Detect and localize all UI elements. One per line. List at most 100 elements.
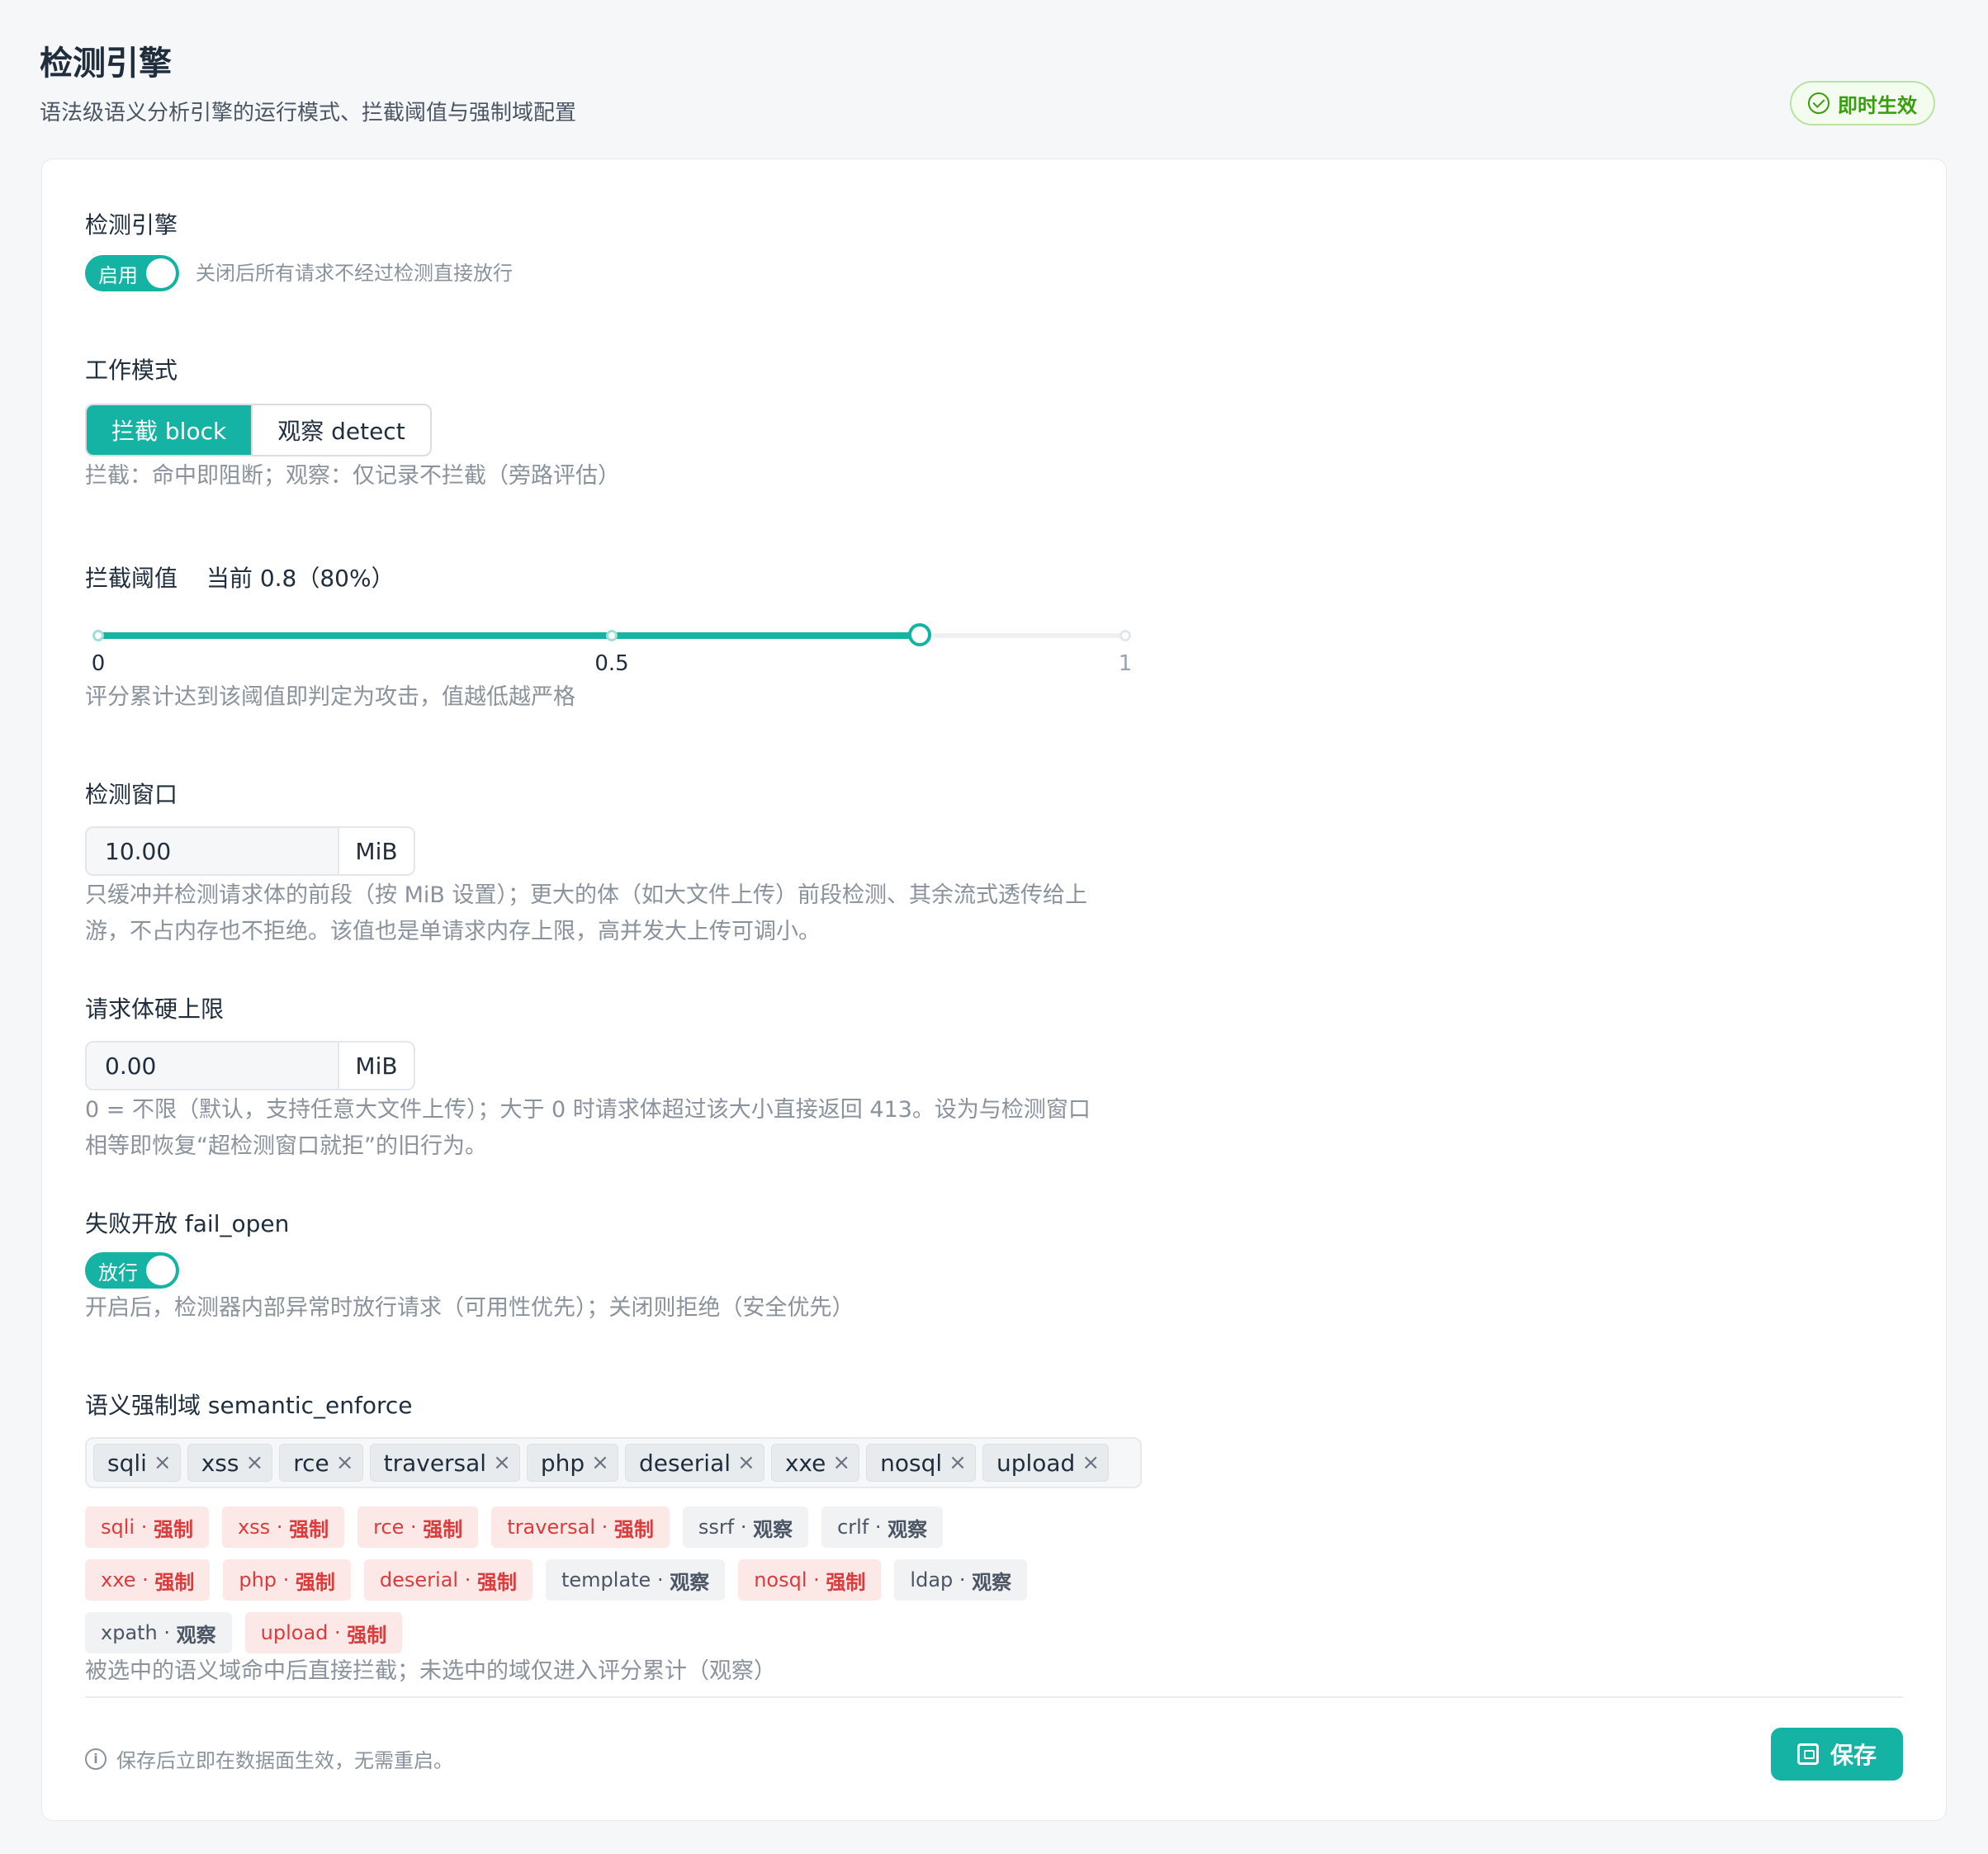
slider-track bbox=[98, 632, 921, 639]
domain-badge-state: 强制 bbox=[289, 1517, 329, 1541]
separator: · bbox=[157, 1621, 177, 1644]
domain-badge-state: 强制 bbox=[153, 1517, 193, 1541]
body-limit-input[interactable]: 0.00 bbox=[87, 1043, 339, 1089]
domain-badge-name: xpath bbox=[101, 1621, 158, 1644]
mode-label: 工作模式 bbox=[85, 357, 178, 384]
footer-divider bbox=[85, 1696, 1903, 1698]
tag-chip-xss: xss × bbox=[187, 1444, 273, 1482]
window-input-group: 10.00 MiB bbox=[85, 826, 415, 876]
domain-badge-sqli: sqli · 强制 bbox=[85, 1506, 209, 1548]
domain-badge-state: 观察 bbox=[972, 1570, 1012, 1594]
close-icon[interactable]: × bbox=[832, 1452, 850, 1473]
separator: · bbox=[270, 1516, 290, 1539]
domain-badge-name: template bbox=[561, 1568, 651, 1592]
save-button[interactable]: 保存 bbox=[1771, 1728, 1903, 1781]
window-help-line1: 只缓冲并检测请求体的前段（按 MiB 设置）；更大的体（如大文件上传）前段检测、… bbox=[85, 882, 1087, 908]
toggle-knob bbox=[146, 258, 176, 288]
tag-chip-label: rce bbox=[293, 1449, 329, 1477]
semantic-enforce-label: 语义强制域 semantic_enforce bbox=[85, 1392, 413, 1419]
fail-open-toggle-text: 放行 bbox=[98, 1260, 138, 1284]
fail-open-label: 失败开放 fail_open bbox=[85, 1210, 290, 1237]
engine-toggle[interactable]: 启用 bbox=[85, 255, 179, 291]
domain-badge-name: ssrf bbox=[698, 1516, 735, 1539]
live-badge-label: 即时生效 bbox=[1838, 93, 1917, 117]
semantic-enforce-select[interactable]: sqli × xss × rce × traversal × php × deserial × xxe ×… bbox=[85, 1437, 1142, 1488]
semantic-enforce-section: 语义强制域 semantic_enforce sqli × xss × rce × trav… bbox=[85, 1391, 1142, 1690]
tag-chip-label: xxe bbox=[784, 1449, 826, 1477]
body-limit-help-line1: 0 = 不限（默认，支持任意大文件上传）；大于 0 时请求体超过该大小直接返回 … bbox=[85, 1097, 1091, 1123]
domain-badge-state: 观察 bbox=[176, 1623, 216, 1647]
tag-chip-traversal: traversal × bbox=[369, 1444, 520, 1482]
separator: · bbox=[328, 1621, 348, 1644]
close-icon[interactable]: × bbox=[591, 1452, 609, 1473]
mode-option-detect[interactable]: 观察 detect bbox=[251, 405, 430, 455]
threshold-current: 当前 0.8（80%） bbox=[206, 565, 395, 592]
tag-chip-label: upload bbox=[996, 1449, 1076, 1477]
threshold-section: 拦截阈值 当前 0.8（80%） 0 0.5 1 评分累计达到该阈值即判定为攻击… bbox=[85, 564, 1142, 780]
separator: · bbox=[953, 1568, 973, 1592]
engine-toggle-text: 启用 bbox=[98, 263, 138, 287]
domain-badge-state: 观察 bbox=[888, 1517, 928, 1541]
domain-badge-name: upload bbox=[260, 1621, 329, 1644]
slider-stop-0.5 bbox=[606, 630, 618, 641]
domain-badge-state: 强制 bbox=[613, 1517, 654, 1541]
domain-badge-ssrf: ssrf · 观察 bbox=[682, 1506, 809, 1548]
tag-chip-label: xss bbox=[201, 1449, 239, 1477]
separator: · bbox=[651, 1568, 670, 1592]
domain-badge-name: xss bbox=[237, 1516, 271, 1539]
close-icon[interactable]: × bbox=[154, 1452, 172, 1473]
separator: · bbox=[458, 1568, 477, 1592]
domain-status-list: sqli · 强制 xss · 强制 rce · 强制 traversal · 强制 s… bbox=[85, 1506, 1076, 1653]
domain-badge-state: 强制 bbox=[154, 1570, 195, 1594]
close-icon[interactable]: × bbox=[336, 1452, 354, 1473]
domain-badge-state: 观察 bbox=[753, 1517, 793, 1541]
close-icon[interactable]: × bbox=[493, 1452, 511, 1473]
info-icon: i bbox=[85, 1748, 106, 1770]
domain-badge-name: nosql bbox=[754, 1568, 807, 1592]
domain-badge-state: 强制 bbox=[295, 1570, 335, 1594]
close-icon[interactable]: × bbox=[1082, 1452, 1100, 1473]
tag-chip-nosql: nosql × bbox=[866, 1444, 976, 1482]
save-button-label: 保存 bbox=[1829, 1742, 1877, 1769]
domain-badge-name: sqli bbox=[101, 1516, 135, 1539]
close-icon[interactable]: × bbox=[737, 1452, 755, 1473]
semantic-enforce-help: 被选中的语义域命中后直接拦截；未选中的域仅进入评分累计（观察） bbox=[85, 1658, 776, 1684]
domain-badge-name: php bbox=[239, 1568, 277, 1592]
domain-badge-upload: upload · 强制 bbox=[244, 1612, 403, 1653]
mode-segmented: 拦截 block 观察 detect bbox=[85, 404, 432, 456]
domain-badge-deserial: deserial · 强制 bbox=[363, 1559, 532, 1601]
close-icon[interactable]: × bbox=[245, 1452, 263, 1473]
tag-chip-upload: upload × bbox=[982, 1444, 1110, 1482]
separator: · bbox=[594, 1516, 614, 1539]
window-help-line2: 游，不占内存也不拒绝。该值也是单请求内存上限，高并发大上传可调小。 bbox=[85, 919, 821, 944]
domain-badge-name: xxe bbox=[101, 1568, 136, 1592]
domain-badge-name: ldap bbox=[910, 1568, 954, 1592]
slider-handle[interactable] bbox=[908, 623, 932, 646]
separator: · bbox=[277, 1568, 296, 1592]
mode-option-block[interactable]: 拦截 block bbox=[87, 405, 252, 455]
separator: · bbox=[734, 1516, 754, 1539]
threshold-help: 评分累计达到该阈值即判定为攻击，值越低越严格 bbox=[85, 684, 575, 710]
fail-open-section: 失败开放 fail_open 放行 开启后，检测器内部异常时放行请求（可用性优先… bbox=[85, 1209, 1142, 1391]
body-limit-unit: MiB bbox=[339, 1043, 414, 1089]
footer-note: i 保存后立即在数据面生效，无需重启。 bbox=[85, 1744, 453, 1773]
settings-card: 检测引擎 启用 关闭后所有请求不经过检测直接放行 工作模式 拦截 block 观… bbox=[41, 158, 1947, 1821]
tag-chip-label: traversal bbox=[383, 1449, 487, 1477]
domain-badge-name: traversal bbox=[507, 1516, 595, 1539]
domain-badge-state: 强制 bbox=[826, 1570, 866, 1594]
window-unit: MiB bbox=[339, 828, 414, 874]
window-input[interactable]: 10.00 bbox=[87, 828, 339, 874]
close-icon[interactable]: × bbox=[949, 1452, 967, 1473]
live-badge: 即时生效 bbox=[1790, 81, 1935, 125]
tag-chip-label: deserial bbox=[638, 1449, 731, 1477]
body-limit-input-group: 0.00 MiB bbox=[85, 1041, 415, 1090]
threshold-label: 拦截阈值 bbox=[85, 565, 178, 592]
body-limit-help-line2: 相等即恢复“超检测窗口就拒”的旧行为。 bbox=[85, 1133, 487, 1159]
threshold-slider[interactable]: 0 0.5 1 bbox=[85, 615, 1132, 676]
slider-mark-0.5: 0.5 bbox=[594, 651, 629, 676]
domain-badge-rce: rce · 强制 bbox=[357, 1506, 479, 1548]
page: 检测引擎 语法级语义分析引擎的运行模式、拦截阈值与强制域配置 即时生效 检测引擎… bbox=[0, 0, 1988, 1854]
fail-open-toggle[interactable]: 放行 bbox=[85, 1252, 179, 1289]
separator: · bbox=[404, 1516, 424, 1539]
tag-chip-php: php × bbox=[526, 1444, 618, 1482]
